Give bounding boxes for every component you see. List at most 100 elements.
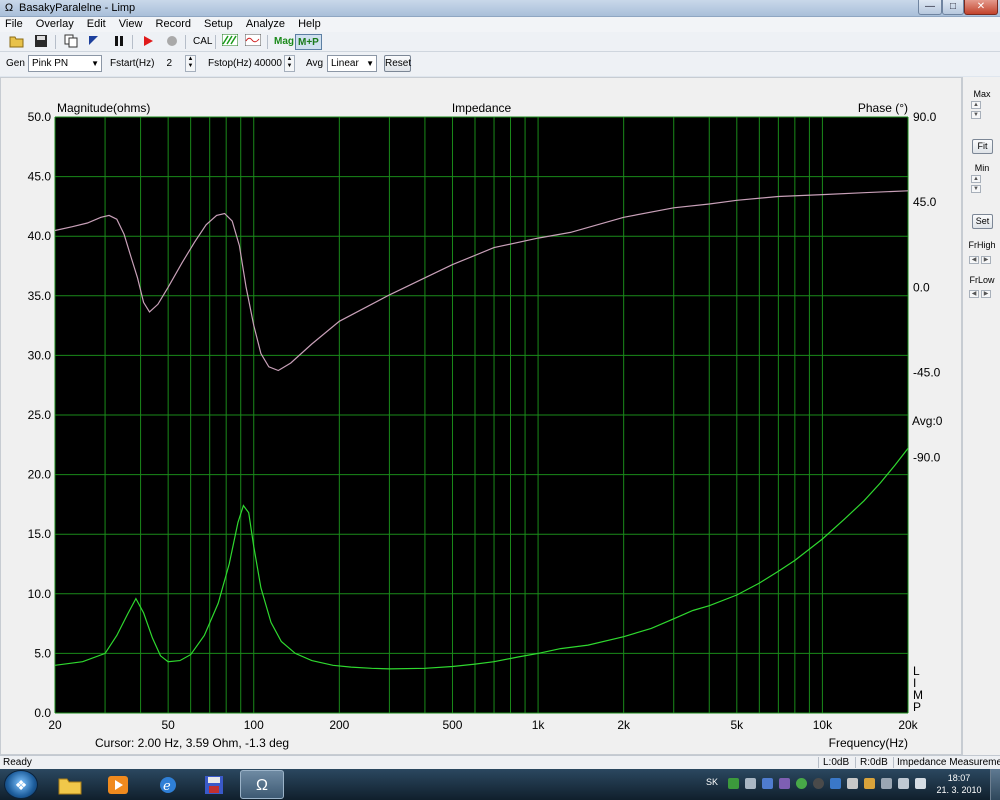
avg-select[interactable]: Linear ▼ (327, 55, 377, 72)
min-down-arrow-icon[interactable]: ▼ (971, 185, 981, 193)
start-button[interactable]: ❖ (4, 770, 38, 799)
frlow-right-arrow-icon[interactable]: ▶ (981, 290, 991, 298)
fit-button[interactable]: Fit (972, 139, 993, 154)
record-icon[interactable] (163, 34, 181, 50)
ie-icon[interactable]: e (146, 770, 190, 799)
fstart-label: Fstart(Hz) (110, 58, 155, 69)
language-indicator[interactable]: SK (706, 777, 718, 787)
menu-edit[interactable]: Edit (82, 17, 111, 32)
y2-tick-label: -45.0 (913, 365, 941, 379)
menu-overlay[interactable]: Overlay (31, 17, 79, 32)
frhigh-right-arrow-icon[interactable]: ▶ (981, 256, 991, 264)
copy-icon[interactable] (62, 34, 80, 50)
y2-tick-label: 0.0 (913, 280, 930, 294)
avg-label: Avg (306, 58, 324, 69)
cursor-readout: Cursor: 2.00 Hz, 3.59 Ohm, -1.3 deg (95, 736, 289, 750)
printer-icon[interactable] (847, 778, 858, 789)
folder-icon[interactable] (48, 770, 92, 799)
taskbar: ❖ e Ω SK 18:07 21. 3. 2010 (0, 769, 1000, 800)
impedance-chart[interactable]: Magnitude(ohms) Impedance Phase (°) 50.0 45.… (0, 77, 962, 755)
usb-icon[interactable] (745, 778, 756, 789)
toolbar-separator (267, 35, 268, 49)
stripes-icon[interactable] (221, 33, 239, 50)
wave-icon[interactable] (244, 33, 262, 50)
y-tick-label: 35.0 (28, 289, 52, 303)
y-tick-label: 25.0 (28, 408, 52, 422)
flag-icon[interactable] (84, 34, 102, 50)
chevron-down-icon: ▼ (366, 59, 374, 68)
fstart-spinner[interactable]: ▲ ▼ (185, 55, 196, 72)
toolbar-separator (185, 35, 186, 49)
limp-letter: P (913, 700, 921, 714)
min-label: Min (974, 163, 990, 173)
save-icon[interactable] (192, 770, 236, 799)
open-folder-icon[interactable] (8, 34, 26, 50)
toolbar: CAL Mag M+P (0, 32, 1000, 52)
x-axis-title: Frequency(Hz) (829, 736, 908, 750)
security-icon[interactable] (779, 778, 790, 789)
menu-bar: File Overlay Edit View Record Setup Anal… (0, 17, 1000, 32)
parameter-row: Gen Pink PN ▼ Fstart(Hz) 2 ▲ ▼ Fstop(Hz) … (0, 52, 1000, 76)
max-down-arrow-icon[interactable]: ▼ (971, 111, 981, 119)
menu-file[interactable]: File (0, 17, 28, 32)
display-icon[interactable] (881, 778, 892, 789)
reset-button[interactable]: Reset (384, 55, 411, 72)
x-tick-label: 500 (442, 718, 462, 732)
chevron-down-icon: ▼ (91, 59, 99, 68)
menu-setup[interactable]: Setup (199, 17, 238, 32)
y-tick-label: 40.0 (28, 229, 52, 243)
clover-icon[interactable] (796, 778, 807, 789)
y-tick-label: 5.0 (34, 646, 51, 660)
audio-device-icon[interactable] (813, 778, 824, 789)
close-button[interactable]: ✕ (964, 0, 998, 15)
volume-icon[interactable] (915, 778, 926, 789)
toolbar-separator (132, 35, 133, 49)
x-tick-label: 1k (532, 718, 546, 732)
mag-phase-button[interactable]: M+P (295, 34, 322, 50)
battery-icon[interactable] (864, 778, 875, 789)
omega-app-icon: Ω (4, 2, 14, 14)
limp-taskbar-label: Ω (256, 777, 268, 794)
save-disk-icon[interactable] (32, 34, 50, 50)
mag-button[interactable]: Mag (272, 34, 296, 50)
network-signal-icon[interactable] (898, 778, 909, 789)
clock[interactable]: 18:07 21. 3. 2010 (934, 772, 984, 796)
fstart-input[interactable]: 2 (150, 55, 172, 72)
max-up-arrow-icon[interactable]: ▲ (971, 101, 981, 109)
menu-view[interactable]: View (114, 17, 148, 32)
menu-analyze[interactable]: Analyze (241, 17, 290, 32)
x-tick-label: 50 (161, 718, 175, 732)
minimize-button[interactable]: — (918, 0, 942, 15)
fstop-label: Fstop(Hz) (208, 58, 252, 69)
status-divider (818, 757, 819, 768)
bluetooth-icon[interactable] (830, 778, 841, 789)
chart-title: Impedance (452, 101, 512, 115)
min-up-arrow-icon[interactable]: ▲ (971, 175, 981, 183)
show-desktop-button[interactable] (990, 769, 1000, 800)
generator-select[interactable]: Pink PN ▼ (28, 55, 102, 72)
play-icon[interactable] (139, 34, 157, 50)
y2-tick-label: 90.0 (913, 110, 937, 124)
network-icon[interactable] (728, 778, 739, 789)
frhigh-left-arrow-icon[interactable]: ◀ (969, 256, 979, 264)
limp-icon[interactable]: Ω (240, 770, 284, 799)
menu-help[interactable]: Help (293, 17, 326, 32)
maximize-button[interactable]: □ (942, 0, 964, 15)
cal-button[interactable]: CAL (191, 34, 214, 50)
fstop-input[interactable]: 40000 (250, 55, 282, 72)
status-divider (893, 757, 894, 768)
media-player-icon[interactable] (96, 770, 140, 799)
monitor-icon[interactable] (762, 778, 773, 789)
y-tick-label: 45.0 (28, 170, 52, 184)
toolbar-separator (55, 35, 56, 49)
pause-icon[interactable] (110, 34, 128, 50)
clock-time: 18:07 (947, 773, 971, 783)
x-tick-label: 200 (329, 718, 349, 732)
fstop-spinner[interactable]: ▲ ▼ (284, 55, 295, 72)
system-tray: SK 18:07 21. 3. 2010 (700, 769, 1000, 800)
window-title: BasakyParalelne - Limp (19, 2, 136, 14)
set-button[interactable]: Set (972, 214, 993, 229)
y2-tick-label: -90.0 (913, 451, 941, 465)
menu-record[interactable]: Record (151, 17, 196, 32)
frlow-left-arrow-icon[interactable]: ◀ (969, 290, 979, 298)
